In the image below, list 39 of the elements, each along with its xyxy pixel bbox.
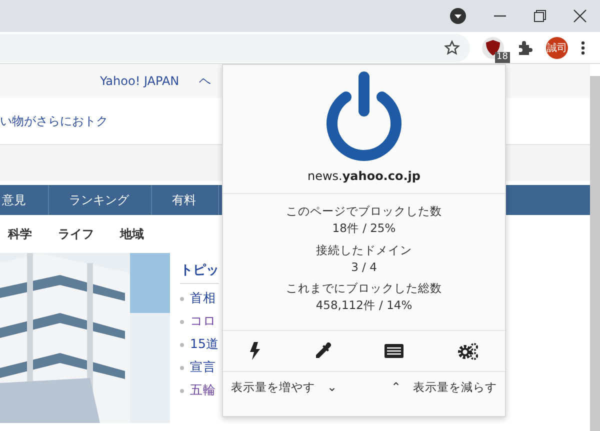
count-badge: 18	[494, 52, 510, 62]
header-link[interactable]: ヘ	[199, 72, 212, 90]
gears-icon[interactable]	[456, 342, 479, 360]
stat-label: これまでにブロックした総数	[286, 281, 442, 296]
category-link[interactable]: 科学	[8, 226, 32, 242]
more-button[interactable]: 表示量を増やす	[227, 378, 319, 396]
category-link[interactable]: 地域	[120, 226, 144, 242]
stat-value: 3 / 4	[351, 260, 377, 274]
topic-link[interactable]: コロ	[190, 313, 216, 330]
stat-value: 458,112件 / 14%	[316, 298, 412, 313]
close-icon[interactable]	[573, 9, 587, 23]
domain-text: news.yahoo.co.jp	[307, 169, 420, 183]
collapse-button[interactable]: ⌃	[382, 380, 409, 394]
category-link[interactable]: ライフ	[58, 226, 94, 242]
dropdown-icon[interactable]	[449, 7, 467, 25]
nav-tab[interactable]: 有料	[172, 185, 219, 215]
less-button[interactable]: 表示量を減らす	[409, 378, 501, 396]
topic-link[interactable]: 宣言	[190, 359, 216, 376]
topic-link[interactable]: 首相	[190, 290, 216, 307]
eyedropper-icon[interactable]	[314, 342, 332, 360]
star-icon[interactable]	[444, 40, 460, 56]
nav-tab[interactable]: ランキング	[69, 185, 152, 215]
promo-link[interactable]: い物がさらにおトク	[0, 112, 108, 130]
topic-link[interactable]: 五輪	[190, 382, 216, 399]
topic-link[interactable]: 15道	[190, 336, 219, 353]
stat-value: 18件 / 25%	[332, 221, 396, 236]
lightning-icon[interactable]	[249, 342, 262, 360]
nav-tab[interactable]: 意見	[0, 185, 49, 215]
stat-label: このページでブロックした数	[286, 204, 442, 219]
restore-icon[interactable]	[533, 9, 547, 23]
scrollbar[interactable]	[590, 76, 600, 431]
header-link[interactable]: Yahoo! JAPAN	[100, 74, 180, 88]
menu-icon[interactable]	[580, 40, 586, 56]
list-icon[interactable]	[384, 343, 404, 359]
expand-button[interactable]: ⌄	[319, 380, 346, 394]
stat-label: 接続したドメイン	[316, 243, 412, 258]
section-title: トピッ	[180, 261, 219, 284]
profile-avatar[interactable]: 誠司	[546, 36, 568, 58]
puzzle-icon[interactable]	[516, 38, 534, 56]
